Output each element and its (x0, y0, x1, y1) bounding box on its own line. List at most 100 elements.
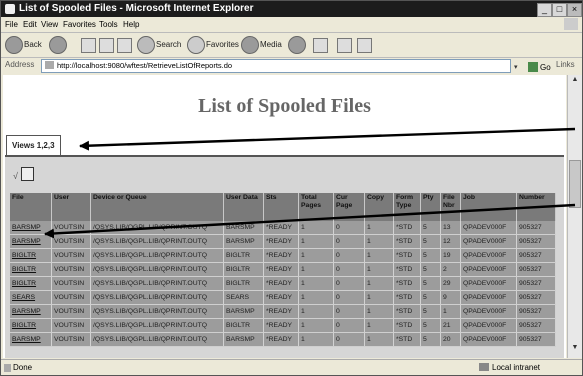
file-cell[interactable]: BARSMP (10, 332, 52, 347)
table-cell: /QSYS.LIB/QGPL.LIB/QPRINT.OUTQ (90, 262, 224, 277)
column-header[interactable]: Cur Page (333, 193, 365, 221)
table-row[interactable]: BARSMP VOUTSIN/QSYS.LIB/QGPL.LIB/QPRINT.O… (10, 332, 556, 347)
stop-icon[interactable] (81, 38, 96, 53)
search-label[interactable]: Search (156, 40, 181, 49)
table-row[interactable]: BIGLTR VOUTSIN/QSYS.LIB/QGPL.LIB/QPRINT.O… (10, 248, 556, 263)
scroll-down-icon[interactable]: ▼ (569, 344, 581, 356)
column-header[interactable]: Device or Queue (90, 193, 224, 221)
table-cell: 19 (440, 248, 461, 263)
file-cell[interactable]: BIGLTR (10, 248, 52, 263)
favorites-label[interactable]: Favorites (206, 40, 239, 49)
table-cell: 0 (333, 234, 365, 249)
column-header[interactable]: User (51, 193, 91, 221)
check-icon[interactable]: √ (13, 171, 18, 181)
file-link[interactable]: BARSMP (12, 308, 41, 315)
table-cell: *READY (263, 234, 299, 249)
file-cell[interactable]: BARSMP (10, 221, 52, 235)
column-header[interactable]: User Data (223, 193, 264, 221)
table-cell: VOUTSIN (51, 221, 91, 235)
file-link[interactable]: SEARS (12, 294, 35, 301)
column-header[interactable]: File (10, 193, 52, 221)
vertical-scrollbar[interactable]: ▲ ▼ (567, 75, 582, 358)
column-header[interactable]: File Nbr (440, 193, 461, 221)
close-button[interactable]: × (567, 3, 582, 17)
file-link[interactable]: BARSMP (12, 224, 41, 231)
table-cell: 5 (420, 262, 441, 277)
file-link[interactable]: BARSMP (12, 238, 41, 245)
toolbar: Back Search Favorites Media (1, 32, 582, 58)
table-row[interactable]: BARSMP VOUTSIN/QSYS.LIB/QGPL.LIB/QPRINT.O… (10, 234, 556, 249)
table-cell: *STD (393, 290, 421, 305)
media-icon[interactable] (241, 36, 259, 54)
table-cell: BIGLTR (223, 318, 264, 333)
table-row[interactable]: BARSMP VOUTSIN/QSYS.LIB/QGPL.LIB/QPRINT.O… (10, 221, 556, 235)
edit-icon[interactable] (357, 38, 372, 53)
table-cell: VOUTSIN (51, 332, 91, 347)
table-row[interactable]: BARSMP VOUTSIN/QSYS.LIB/QGPL.LIB/QPRINT.O… (10, 304, 556, 319)
favorites-star-icon[interactable] (187, 36, 205, 54)
table-cell: 0 (333, 332, 365, 347)
forward-arrow-icon[interactable] (49, 36, 67, 54)
table-cell: 1 (364, 318, 394, 333)
table-cell: 905327 (516, 318, 556, 333)
table-cell: 1 (298, 318, 334, 333)
media-label[interactable]: Media (260, 40, 282, 49)
print-icon[interactable] (337, 38, 352, 53)
file-link[interactable]: BIGLTR (12, 322, 36, 329)
maximize-button[interactable]: □ (552, 3, 567, 17)
table-cell: 5 (420, 276, 441, 291)
back-arrow-icon[interactable] (5, 36, 23, 54)
mail-icon[interactable] (313, 38, 328, 53)
file-cell[interactable]: BARSMP (10, 234, 52, 249)
history-icon[interactable] (288, 36, 306, 54)
back-label[interactable]: Back (24, 40, 42, 49)
table-cell: QPADEV000F (460, 262, 517, 277)
table-row[interactable]: BIGLTR VOUTSIN/QSYS.LIB/QGPL.LIB/QPRINT.O… (10, 318, 556, 333)
table-row[interactable]: BIGLTR VOUTSIN/QSYS.LIB/QGPL.LIB/QPRINT.O… (10, 276, 556, 291)
minimize-button[interactable]: _ (537, 3, 552, 17)
file-link[interactable]: BIGLTR (12, 280, 36, 287)
column-header[interactable]: Pty (420, 193, 441, 221)
tab-views[interactable]: Views 1,2,3 (6, 135, 61, 156)
table-cell: 905327 (516, 262, 556, 277)
search-icon[interactable] (137, 36, 155, 54)
links-button[interactable]: Links (556, 57, 575, 73)
file-link[interactable]: BIGLTR (12, 266, 36, 273)
menu-view[interactable]: View (41, 18, 58, 31)
file-link[interactable]: BARSMP (12, 336, 41, 343)
table-row[interactable]: SEARS VOUTSIN/QSYS.LIB/QGPL.LIB/QPRINT.OU… (10, 290, 556, 305)
column-header[interactable]: Number (516, 193, 556, 221)
table-row[interactable]: BIGLTR VOUTSIN/QSYS.LIB/QGPL.LIB/QPRINT.O… (10, 262, 556, 277)
table-cell: *STD (393, 276, 421, 291)
menu-help[interactable]: Help (123, 18, 139, 31)
table-cell: 0 (333, 276, 365, 291)
scroll-up-icon[interactable]: ▲ (569, 76, 581, 88)
table-cell: 1 (298, 332, 334, 347)
table-cell: *READY (263, 221, 299, 235)
file-cell[interactable]: BIGLTR (10, 262, 52, 277)
menu-edit[interactable]: Edit (23, 18, 37, 31)
file-cell[interactable]: BIGLTR (10, 276, 52, 291)
table-cell: 0 (333, 248, 365, 263)
column-header[interactable]: Sts (263, 193, 299, 221)
go-button[interactable]: Go (528, 60, 551, 76)
table-cell: *READY (263, 332, 299, 347)
table-cell: QPADEV000F (460, 276, 517, 291)
menu-tools[interactable]: Tools (99, 18, 118, 31)
column-header[interactable]: Copy (364, 193, 394, 221)
file-link[interactable]: BIGLTR (12, 252, 36, 259)
menu-favorites[interactable]: Favorites (63, 18, 96, 31)
column-header[interactable]: Total Pages (298, 193, 334, 221)
menu-file[interactable]: File (5, 18, 18, 31)
file-cell[interactable]: BARSMP (10, 304, 52, 319)
column-header[interactable]: Form Type (393, 193, 421, 221)
refresh-icon[interactable] (99, 38, 114, 53)
column-header[interactable]: Job (460, 193, 517, 221)
document-edit-icon[interactable] (21, 167, 34, 181)
home-icon[interactable] (117, 38, 132, 53)
scroll-thumb[interactable] (569, 160, 581, 208)
address-dropdown-icon[interactable]: ▾ (514, 60, 524, 71)
file-cell[interactable]: SEARS (10, 290, 52, 305)
file-cell[interactable]: BIGLTR (10, 318, 52, 333)
address-input[interactable]: http://localhost:9080/wftest/RetrieveLis… (41, 59, 511, 73)
